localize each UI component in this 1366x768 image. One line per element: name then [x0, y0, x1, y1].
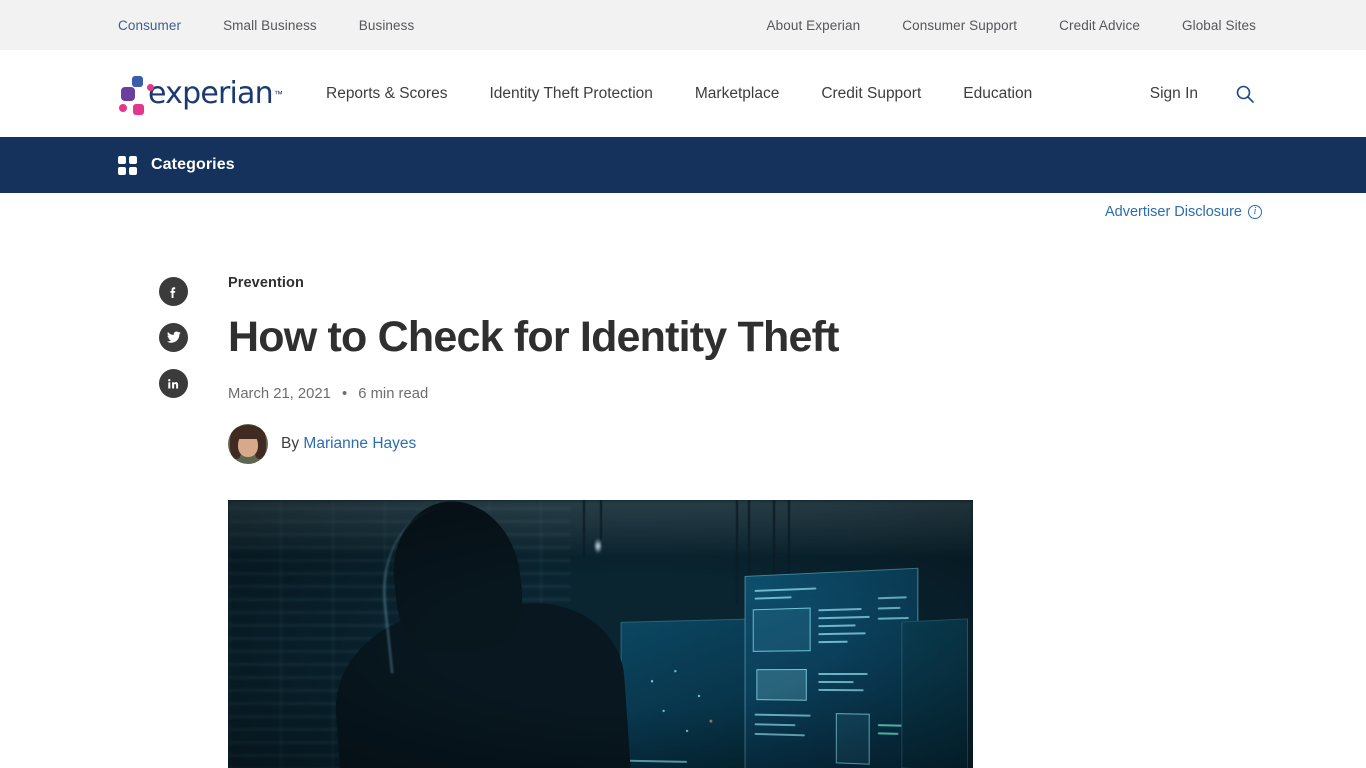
- linkedin-share-icon[interactable]: [158, 369, 188, 398]
- logo-trademark: ™: [273, 88, 283, 99]
- experian-dots-logo-icon: [118, 73, 154, 115]
- nav-link-credit-support[interactable]: Credit Support: [821, 85, 921, 103]
- utility-link-consumer-support[interactable]: Consumer Support: [902, 18, 1017, 33]
- experian-logo[interactable]: experian ™: [118, 73, 283, 115]
- avatar: [228, 424, 268, 465]
- utility-link-small-business[interactable]: Small Business: [223, 18, 317, 33]
- page-content: Advertiser Disclosure i Prevention How t…: [0, 193, 1366, 768]
- article-meta: March 21, 2021 • 6 min read: [228, 386, 1366, 402]
- article-byline: By Marianne Hayes: [228, 424, 1366, 465]
- byline-text: By Marianne Hayes: [281, 435, 416, 453]
- byline-prefix: By: [281, 435, 300, 453]
- social-share-rail: [118, 220, 228, 768]
- author-link[interactable]: Marianne Hayes: [303, 435, 416, 452]
- article-wrapper: Prevention How to Check for Identity The…: [0, 220, 1366, 768]
- nav-link-marketplace[interactable]: Marketplace: [695, 85, 779, 103]
- main-nav-links: Reports & Scores Identity Theft Protecti…: [326, 85, 1032, 103]
- categories-bar: Categories: [0, 137, 1366, 193]
- utility-link-about-experian[interactable]: About Experian: [767, 18, 861, 33]
- utility-link-global-sites[interactable]: Global Sites: [1182, 18, 1256, 33]
- article-date: March 21, 2021: [228, 386, 331, 403]
- grid-icon: [118, 155, 137, 175]
- article-read-time: 6 min read: [358, 386, 429, 403]
- article-category: Prevention: [228, 275, 304, 291]
- utility-nav-right: About Experian Consumer Support Credit A…: [767, 18, 1256, 33]
- utility-top-bar: Consumer Small Business Business About E…: [0, 0, 1366, 50]
- nav-link-reports-scores[interactable]: Reports & Scores: [326, 85, 447, 103]
- categories-label: Categories: [151, 156, 235, 173]
- search-icon[interactable]: [1234, 83, 1256, 105]
- sign-in-link[interactable]: Sign In: [1150, 85, 1198, 103]
- article-header: Prevention How to Check for Identity The…: [228, 220, 1366, 768]
- utility-nav-left: Consumer Small Business Business: [118, 18, 414, 33]
- categories-button[interactable]: Categories: [118, 155, 235, 175]
- utility-link-consumer[interactable]: Consumer: [118, 18, 181, 33]
- meta-separator: •: [341, 386, 348, 403]
- advertiser-disclosure-link[interactable]: Advertiser Disclosure i: [1105, 204, 1262, 220]
- twitter-share-icon[interactable]: [158, 323, 188, 352]
- main-navigation-bar: experian ™ Reports & Scores Identity The…: [0, 50, 1366, 137]
- logo-wordmark: experian: [148, 76, 274, 111]
- utility-link-business[interactable]: Business: [359, 18, 415, 33]
- page-title: How to Check for Identity Theft: [228, 313, 839, 361]
- utility-link-credit-advice[interactable]: Credit Advice: [1059, 18, 1140, 33]
- nav-link-identity-theft-protection[interactable]: Identity Theft Protection: [489, 85, 652, 103]
- nav-link-education[interactable]: Education: [963, 85, 1032, 103]
- advertiser-disclosure-row: Advertiser Disclosure i: [0, 193, 1366, 220]
- article-hero-image: [228, 500, 973, 768]
- advertiser-disclosure-label: Advertiser Disclosure: [1105, 204, 1242, 220]
- main-nav-actions: Sign In: [1150, 83, 1256, 105]
- facebook-share-icon[interactable]: [158, 277, 188, 306]
- info-icon: i: [1248, 205, 1262, 219]
